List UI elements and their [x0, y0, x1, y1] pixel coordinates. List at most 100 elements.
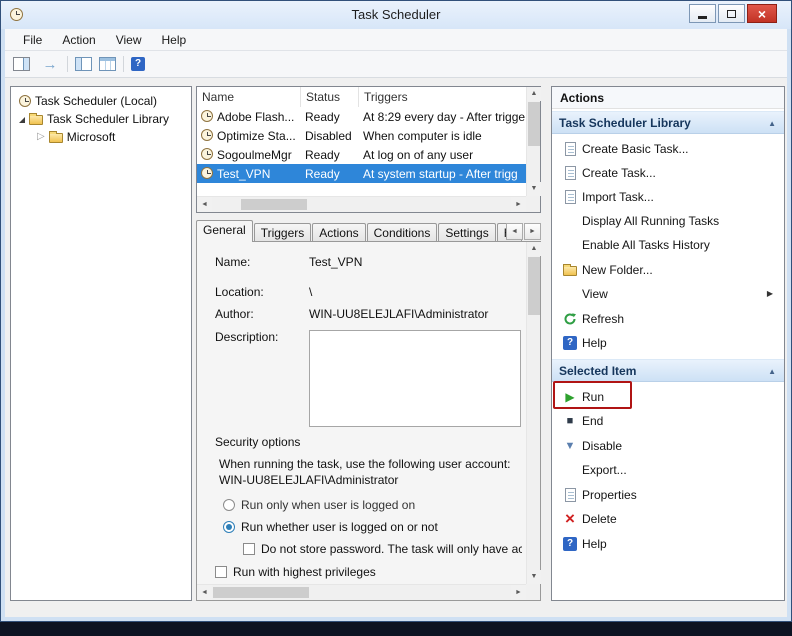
scroll-down-button[interactable]: ▼	[527, 570, 541, 584]
tree-item-task-scheduler-library[interactable]: Task Scheduler Library	[11, 110, 191, 128]
end-icon: ■	[566, 415, 574, 427]
action-item-label: Help	[582, 537, 607, 551]
action-item-delete[interactable]: × Delete	[553, 507, 783, 531]
vertical-scrollbar-thumb[interactable]	[528, 102, 540, 146]
action-item-new-folder[interactable]: New Folder...	[553, 258, 783, 282]
scroll-down-button[interactable]: ▼	[527, 182, 541, 196]
radio-run-whether-logged-on[interactable]	[223, 521, 235, 533]
scroll-up-button[interactable]: ▲	[527, 242, 541, 256]
action-item-label: Display All Running Tasks	[582, 214, 720, 228]
action-item-label: Enable All Tasks History	[582, 238, 710, 252]
section-header-label: Selected Item	[559, 364, 637, 378]
checkbox-run-highest-privileges[interactable]	[215, 566, 227, 578]
general-vertical-scrollbar[interactable]: ▲ ▼	[526, 242, 541, 584]
action-item-help-library[interactable]: ? Help	[553, 331, 783, 355]
action-item-disable[interactable]: ▼ Disable	[553, 434, 783, 458]
scroll-left-button[interactable]: ◄	[197, 585, 212, 600]
tab-scroll-left-button[interactable]: ◄	[506, 223, 523, 240]
menu-view[interactable]: View	[106, 33, 152, 47]
library-folder-icon	[29, 113, 43, 125]
help-icon: ?	[562, 335, 578, 351]
scroll-up-button[interactable]: ▲	[527, 87, 541, 101]
radio-run-only-logged-on[interactable]	[223, 499, 235, 511]
show-console-tree-icon[interactable]	[75, 57, 92, 71]
table-row-adobe-flash[interactable]: Adobe Flash... Ready At 8:29 every day -…	[197, 107, 526, 126]
refresh-icon	[562, 311, 578, 327]
tab-general[interactable]: General	[196, 220, 253, 242]
table-row-sogoulmemgr[interactable]: SogoulmeMgr Ready At log on of any user	[197, 145, 526, 164]
action-item-help-selected[interactable]: ? Help	[553, 532, 783, 556]
tab-triggers[interactable]: Triggers	[253, 223, 312, 242]
general-tab-page: Name: Test_VPN Location: \ Author: WIN-U…	[196, 241, 541, 601]
action-item-view[interactable]: View ▶	[553, 282, 783, 306]
tab-settings[interactable]: Settings	[438, 223, 496, 242]
cell-status: Ready	[305, 167, 340, 181]
tab-scroll-right-button[interactable]: ►	[524, 223, 541, 240]
menu-file[interactable]: File	[13, 33, 52, 47]
tree-item-task-scheduler-local[interactable]: Task Scheduler (Local)	[11, 92, 191, 110]
name-value[interactable]: Test_VPN	[309, 255, 362, 269]
tree-item-microsoft[interactable]: ▷ Microsoft	[11, 128, 191, 146]
general-horizontal-scrollbar[interactable]: ◄ ►	[197, 584, 526, 600]
checkbox-do-not-store-password-label[interactable]: Do not store password. The task will onl…	[261, 542, 522, 556]
section-header-selected-item[interactable]: Selected Item ▲	[552, 359, 784, 382]
scroll-left-button[interactable]: ◄	[197, 197, 212, 212]
actions-pane-title: Actions	[552, 87, 784, 109]
close-button[interactable]: ×	[747, 4, 777, 23]
title-bar[interactable]: Task Scheduler ×	[1, 1, 791, 29]
menu-help[interactable]: Help	[152, 33, 197, 47]
minimize-button[interactable]	[689, 4, 716, 23]
table-row-test-vpn-selected[interactable]: Test_VPN Ready At system startup - After…	[197, 164, 526, 183]
description-field[interactable]	[309, 330, 521, 427]
microsoft-folder-icon	[48, 131, 63, 143]
show-action-pane-icon[interactable]	[13, 57, 30, 71]
collapse-chevron-icon[interactable]: ▲	[768, 360, 776, 383]
action-item-refresh[interactable]: Refresh	[553, 307, 783, 331]
section-header-task-scheduler-library[interactable]: Task Scheduler Library ▲	[552, 111, 784, 134]
radio-run-only-logged-on-label[interactable]: Run only when user is logged on	[241, 498, 415, 512]
horizontal-scrollbar-thumb[interactable]	[241, 199, 307, 210]
table-row-optimize[interactable]: Optimize Sta... Disabled When computer i…	[197, 126, 526, 145]
action-item-display-all-running-tasks[interactable]: Display All Running Tasks	[553, 209, 783, 233]
maximize-button[interactable]	[718, 4, 745, 23]
checkbox-run-highest-privileges-label[interactable]: Run with highest privileges	[233, 565, 376, 579]
action-item-import-task[interactable]: Import Task...	[553, 185, 783, 209]
task-list-vertical-scrollbar[interactable]: ▲ ▼	[526, 87, 541, 196]
action-item-end[interactable]: ■ End	[553, 409, 783, 433]
tab-actions[interactable]: Actions	[312, 223, 366, 242]
maximize-icon	[727, 9, 736, 18]
menu-action[interactable]: Action	[52, 33, 105, 47]
expander-open-icon[interactable]	[19, 117, 25, 123]
column-header-triggers[interactable]: Triggers	[359, 87, 526, 107]
task-icon	[201, 110, 213, 122]
horizontal-scrollbar-thumb[interactable]	[213, 587, 309, 598]
action-item-create-basic-task[interactable]: Create Basic Task...	[553, 137, 783, 161]
radio-run-whether-logged-on-label[interactable]: Run whether user is logged on or not	[241, 520, 438, 534]
scroll-right-button[interactable]: ►	[511, 197, 526, 212]
forward-icon[interactable]: →	[40, 56, 60, 73]
cell-name: Adobe Flash...	[217, 110, 295, 124]
expander-closed-icon[interactable]: ▷	[37, 132, 45, 142]
checkbox-do-not-store-password[interactable]	[243, 543, 255, 555]
action-item-label: Properties	[582, 488, 637, 502]
help-icon: ?	[562, 536, 578, 552]
task-list-horizontal-scrollbar[interactable]: ◄ ►	[197, 196, 526, 212]
action-item-export[interactable]: Export...	[553, 458, 783, 482]
collapse-chevron-icon[interactable]: ▲	[768, 112, 776, 135]
delete-icon: ×	[565, 509, 575, 528]
vertical-scrollbar-thumb[interactable]	[528, 257, 540, 315]
cell-triggers: At 8:29 every day - After trigge	[363, 110, 526, 124]
column-header-status[interactable]: Status	[301, 87, 359, 107]
export-list-icon[interactable]	[99, 57, 116, 71]
action-item-enable-all-tasks-history[interactable]: Enable All Tasks History	[553, 233, 783, 257]
column-header-name[interactable]: Name	[197, 87, 301, 107]
cell-name: SogoulmeMgr	[217, 148, 292, 162]
disable-icon: ▼	[564, 440, 576, 452]
action-item-properties[interactable]: Properties	[553, 483, 783, 507]
author-value: WIN-UU8ELEJLAFI\Administrator	[309, 307, 489, 321]
action-item-create-task[interactable]: Create Task...	[553, 161, 783, 185]
action-item-label: Create Basic Task...	[582, 142, 689, 156]
tab-conditions[interactable]: Conditions	[366, 223, 438, 242]
help-icon[interactable]: ?	[131, 57, 145, 71]
scroll-right-button[interactable]: ►	[511, 585, 526, 600]
